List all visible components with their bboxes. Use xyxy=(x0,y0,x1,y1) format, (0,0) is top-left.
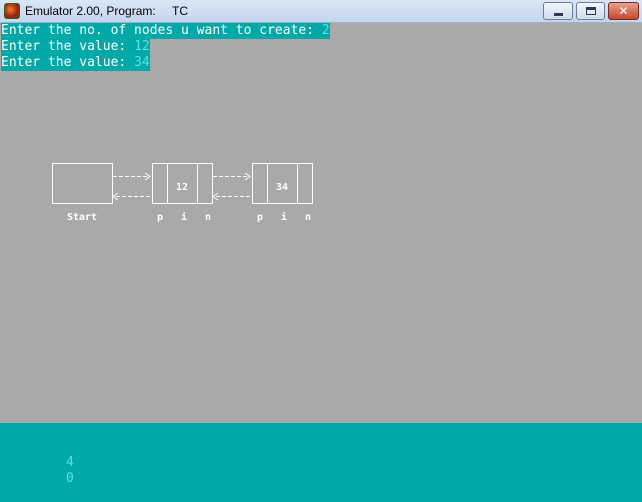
console-bottom-area xyxy=(0,423,642,502)
node-1-label-i: i xyxy=(181,211,187,223)
node-1-value: 12 xyxy=(176,182,188,193)
node-2-label-i: i xyxy=(281,211,287,223)
arrow-forward-2 xyxy=(213,172,251,181)
arrow-back-1 xyxy=(112,192,152,201)
arrow-forward-1 xyxy=(113,172,151,181)
output-line-1: 4 xyxy=(66,455,74,470)
start-label: Start xyxy=(67,212,97,223)
node-1-label-p: p xyxy=(157,212,163,223)
emulator-window: Emulator 2.00, Program: TC ✕ Enter the n… xyxy=(0,0,642,502)
node-2-value: 34 xyxy=(276,182,288,193)
node-2-label-n: n xyxy=(305,212,311,223)
start-box xyxy=(52,163,113,204)
node-1-label-n: n xyxy=(205,212,211,223)
output-line-2: 0 xyxy=(66,471,74,486)
arrow-back-2 xyxy=(212,192,252,201)
node-2-label-p: p xyxy=(257,212,263,223)
